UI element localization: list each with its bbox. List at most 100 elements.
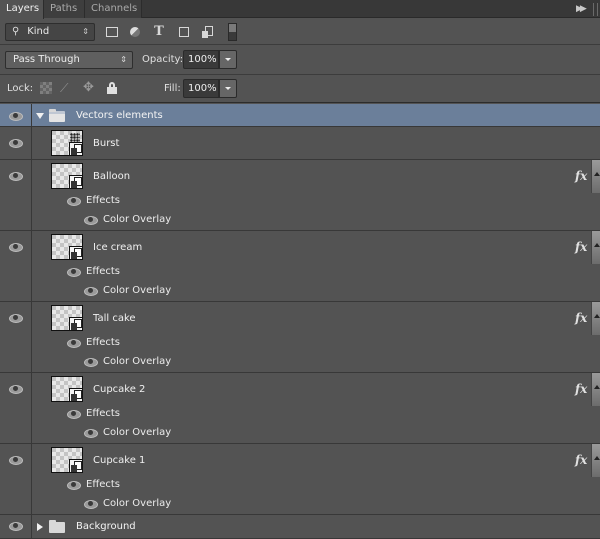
collapse-triangle-icon[interactable] <box>37 523 43 531</box>
layer-thumbnail <box>51 130 83 156</box>
effects-row[interactable]: Effects <box>67 266 120 280</box>
smart-object-badge-icon <box>69 317 83 331</box>
lock-all-icon[interactable] <box>106 82 118 94</box>
layer-balloon[interactable]: Balloon fx Effects Color Overlay <box>0 160 600 231</box>
smart-object-badge-icon <box>69 142 83 156</box>
visibility-column-divider <box>0 104 32 539</box>
visibility-eye-icon[interactable] <box>84 215 98 225</box>
layer-group-background[interactable]: Background <box>0 515 600 539</box>
fx-collapse-arrow-icon[interactable] <box>591 302 600 335</box>
visibility-eye-icon[interactable] <box>67 409 81 419</box>
visibility-eye-icon[interactable] <box>84 428 98 438</box>
expand-triangle-icon[interactable] <box>36 113 44 119</box>
effect-name: Color Overlay <box>103 498 172 509</box>
layer-thumbnail <box>51 447 83 473</box>
fx-icon[interactable]: fx <box>575 311 587 325</box>
effects-row[interactable]: Effects <box>67 479 120 493</box>
updown-arrows-icon: ⇕ <box>82 27 89 36</box>
fx-icon[interactable]: fx <box>575 169 587 183</box>
effects-label: Effects <box>86 337 120 348</box>
effect-name: Color Overlay <box>103 356 172 367</box>
fx-collapse-arrow-icon[interactable] <box>591 373 600 406</box>
layer-cupcake-1[interactable]: Cupcake 1 fx Effects Color Overlay <box>0 444 600 515</box>
effects-label: Effects <box>86 479 120 490</box>
effects-label: Effects <box>86 195 120 206</box>
layer-name: Tall cake <box>93 313 136 324</box>
effect-name: Color Overlay <box>103 427 172 438</box>
layer-tall-cake[interactable]: Tall cake fx Effects Color Overlay <box>0 302 600 373</box>
visibility-eye-icon[interactable] <box>84 286 98 296</box>
smart-object-badge-icon <box>69 388 83 402</box>
type-filter-icon[interactable]: T <box>152 25 166 39</box>
folder-icon <box>49 520 65 533</box>
layer-name: Balloon <box>93 171 131 182</box>
blend-row: Pass Through ⇕ Opacity: 100% <box>0 46 600 75</box>
visibility-eye-icon[interactable] <box>67 480 81 490</box>
layer-cupcake-2[interactable]: Cupcake 2 fx Effects Color Overlay <box>0 373 600 444</box>
panel-grip-handle[interactable] <box>593 3 598 16</box>
image-filter-icon[interactable] <box>105 25 119 39</box>
lock-image-pixels-icon[interactable]: ⟋ <box>60 82 72 94</box>
tab-paths[interactable]: Paths <box>44 0 85 18</box>
effect-name: Color Overlay <box>103 214 172 225</box>
visibility-eye-icon[interactable] <box>67 267 81 277</box>
lock-label: Lock: <box>7 83 34 94</box>
tab-channels[interactable]: Channels <box>85 0 142 18</box>
filter-row: ⚲ Kind ⇕ T <box>0 19 600 45</box>
layer-name: Background <box>76 521 136 532</box>
layer-thumbnail <box>51 234 83 260</box>
smart-object-badge-icon <box>69 175 83 189</box>
smart-object-badge-icon <box>69 246 83 260</box>
fx-collapse-arrow-icon[interactable] <box>591 231 600 264</box>
lock-position-icon[interactable]: ✥ <box>83 81 95 94</box>
layer-ice-cream[interactable]: Ice cream fx Effects Color Overlay <box>0 231 600 302</box>
effect-color-overlay[interactable]: Color Overlay <box>84 285 171 299</box>
adjustment-filter-icon[interactable] <box>128 25 142 39</box>
layer-group-vectors-elements[interactable]: Vectors elements <box>0 104 600 127</box>
folder-icon <box>49 109 65 122</box>
effect-color-overlay[interactable]: Color Overlay <box>84 356 171 370</box>
fx-collapse-arrow-icon[interactable] <box>591 444 600 477</box>
effects-row[interactable]: Effects <box>67 337 120 351</box>
effects-row[interactable]: Effects <box>67 408 120 422</box>
visibility-eye-icon[interactable] <box>67 338 81 348</box>
panel-tab-bar: Layers Paths Channels ▶▶ <box>0 0 600 19</box>
visibility-eye-icon[interactable] <box>84 357 98 367</box>
opacity-dropdown-button[interactable] <box>219 50 237 69</box>
fx-icon[interactable]: fx <box>575 453 587 467</box>
filter-toggle-switch[interactable] <box>228 23 237 41</box>
effect-name: Color Overlay <box>103 285 172 296</box>
layer-name: Burst <box>93 138 120 149</box>
effects-label: Effects <box>86 408 120 419</box>
effect-color-overlay[interactable]: Color Overlay <box>84 214 171 228</box>
visibility-eye-icon[interactable] <box>67 196 81 206</box>
filter-kind-select[interactable]: ⚲ Kind ⇕ <box>5 23 95 41</box>
search-icon: ⚲ <box>12 26 20 37</box>
layer-name: Cupcake 2 <box>93 384 146 395</box>
fill-input[interactable]: 100% <box>183 79 219 98</box>
layer-thumbnail <box>51 163 83 189</box>
lock-row: Lock: ⟋ ✥ Fill: 100% <box>0 76 600 103</box>
effects-label: Effects <box>86 266 120 277</box>
fx-collapse-arrow-icon[interactable] <box>591 160 600 193</box>
smart-object-filter-icon[interactable] <box>201 25 215 39</box>
blend-mode-select[interactable]: Pass Through ⇕ <box>5 51 133 69</box>
layers-list: Vectors elements Burst Balloon fx Effect… <box>0 104 600 539</box>
lock-transparent-pixels-icon[interactable] <box>40 82 52 94</box>
effect-color-overlay[interactable]: Color Overlay <box>84 498 171 512</box>
shape-filter-icon[interactable] <box>177 25 191 39</box>
fill-dropdown-button[interactable] <box>219 79 237 98</box>
opacity-label: Opacity: <box>142 54 184 65</box>
layer-burst[interactable]: Burst <box>0 127 600 160</box>
fx-icon[interactable]: fx <box>575 240 587 254</box>
fx-icon[interactable]: fx <box>575 382 587 396</box>
tab-layers[interactable]: Layers <box>0 0 44 19</box>
layer-thumbnail <box>51 376 83 402</box>
effects-row[interactable]: Effects <box>67 195 120 209</box>
opacity-input[interactable]: 100% <box>183 50 219 69</box>
panel-collapse-icon[interactable]: ▶▶ <box>576 4 590 14</box>
visibility-eye-icon[interactable] <box>84 499 98 509</box>
layer-name: Vectors elements <box>76 110 163 121</box>
effect-color-overlay[interactable]: Color Overlay <box>84 427 171 441</box>
blend-mode-value: Pass Through <box>13 54 80 65</box>
